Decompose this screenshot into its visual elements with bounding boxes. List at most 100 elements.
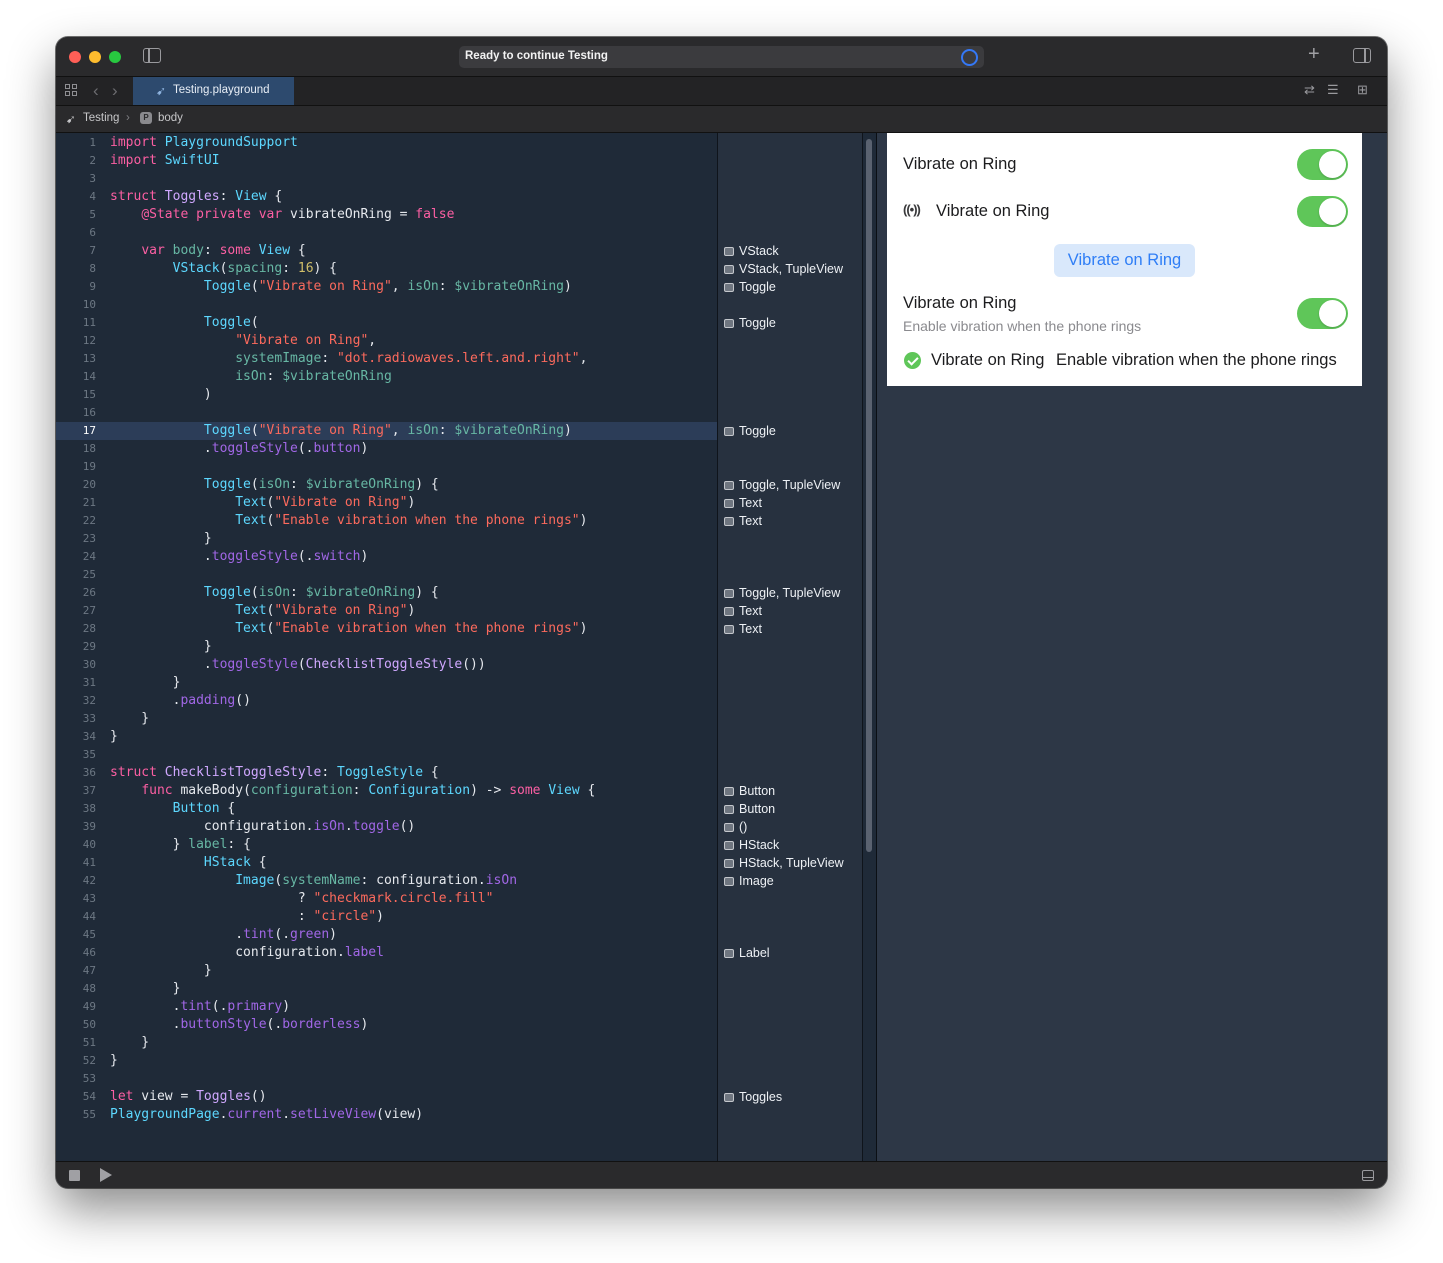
code-line[interactable]: 22 Text("Enable vibration when the phone… (56, 512, 717, 530)
forward-chevron-icon[interactable]: › (112, 81, 118, 101)
quick-look-icon[interactable] (724, 283, 734, 292)
code-line[interactable]: 53 (56, 1070, 717, 1088)
code-text[interactable]: "Vibrate on Ring", (110, 332, 376, 350)
quick-look-icon[interactable] (724, 787, 734, 796)
breadcrumb-body[interactable]: body (158, 112, 183, 124)
code-line[interactable]: 15 ) (56, 386, 717, 404)
code-line[interactable]: 25 (56, 566, 717, 584)
quick-look-icon[interactable] (724, 823, 734, 832)
quick-look-icon[interactable] (724, 841, 734, 850)
code-line[interactable]: 54 let view = Toggles() (56, 1088, 717, 1106)
result-item[interactable]: VStack, TupleView (724, 262, 843, 276)
code-text[interactable]: Toggle("Vibrate on Ring", isOn: $vibrate… (110, 278, 572, 296)
code-line[interactable]: 5 @State private var vibrateOnRing = fal… (56, 206, 717, 224)
code-text[interactable]: ) (110, 386, 212, 404)
code-line[interactable]: 24 .toggleStyle(.switch) (56, 548, 717, 566)
code-line[interactable]: 20 Toggle(isOn: $vibrateOnRing) { (56, 476, 717, 494)
code-line[interactable]: 49 .tint(.primary) (56, 998, 717, 1016)
code-line[interactable]: 52} (56, 1052, 717, 1070)
stop-icon[interactable] (69, 1170, 80, 1181)
code-text[interactable]: } (110, 728, 118, 746)
result-item[interactable]: HStack, TupleView (724, 856, 844, 870)
add-icon[interactable]: + (1308, 43, 1320, 66)
code-text[interactable]: } (110, 962, 212, 980)
code-line[interactable]: 23 } (56, 530, 717, 548)
code-line[interactable]: 19 (56, 458, 717, 476)
result-item[interactable]: Button (724, 802, 775, 816)
code-text[interactable]: Toggle("Vibrate on Ring", isOn: $vibrate… (110, 422, 572, 440)
inspector-toggle-icon[interactable] (1353, 48, 1371, 63)
code-line[interactable]: 50 .buttonStyle(.borderless) (56, 1016, 717, 1034)
code-line[interactable]: 48 } (56, 980, 717, 998)
quick-look-icon[interactable] (724, 265, 734, 274)
code-text[interactable]: Toggle( (110, 314, 259, 332)
code-line[interactable]: 1 import PlaygroundSupport (56, 134, 717, 152)
code-line[interactable]: 7 var body: some View { (56, 242, 717, 260)
toggle-4-switch[interactable] (1297, 298, 1348, 329)
code-line[interactable]: 29 } (56, 638, 717, 656)
result-item[interactable]: VStack (724, 244, 779, 258)
code-line[interactable]: 34} (56, 728, 717, 746)
quick-look-icon[interactable] (724, 859, 734, 868)
code-text[interactable]: Text("Enable vibration when the phone ri… (110, 512, 587, 530)
result-item[interactable]: Toggle (724, 424, 776, 438)
code-text[interactable]: } (110, 1034, 149, 1052)
code-text[interactable]: ? "checkmark.circle.fill" (110, 890, 494, 908)
result-item[interactable]: () (724, 820, 747, 834)
code-line[interactable]: 2 import SwiftUI (56, 152, 717, 170)
result-item[interactable]: Toggles (724, 1090, 782, 1104)
result-item[interactable]: Image (724, 874, 774, 888)
code-text[interactable]: import SwiftUI (110, 152, 220, 170)
code-text[interactable]: PlaygroundPage.current.setLiveView(view) (110, 1106, 423, 1124)
code-text[interactable]: .tint(.primary) (110, 998, 290, 1016)
code-text[interactable]: var body: some View { (110, 242, 305, 260)
quick-look-icon[interactable] (724, 877, 734, 886)
code-line[interactable]: 27 Text("Vibrate on Ring") (56, 602, 717, 620)
quick-look-icon[interactable] (724, 1093, 734, 1102)
code-line[interactable]: 33 } (56, 710, 717, 728)
code-text[interactable]: } (110, 980, 181, 998)
result-item[interactable]: Text (724, 496, 762, 510)
toggle-3-button[interactable]: Vibrate on Ring (1054, 244, 1195, 277)
code-line[interactable]: 28 Text("Enable vibration when the phone… (56, 620, 717, 638)
code-text[interactable]: .buttonStyle(.borderless) (110, 1016, 369, 1034)
code-line[interactable]: 8 VStack(spacing: 16) { (56, 260, 717, 278)
code-text[interactable]: VStack(spacing: 16) { (110, 260, 337, 278)
code-line[interactable]: 42 Image(systemName: configuration.isOn (56, 872, 717, 890)
code-text[interactable]: Text("Vibrate on Ring") (110, 602, 415, 620)
code-line[interactable]: 18 .toggleStyle(.button) (56, 440, 717, 458)
code-line[interactable]: 40 } label: { (56, 836, 717, 854)
result-item[interactable]: Toggle (724, 316, 776, 330)
code-line[interactable]: 14 isOn: $vibrateOnRing (56, 368, 717, 386)
code-text[interactable]: Text("Vibrate on Ring") (110, 494, 415, 512)
result-item[interactable]: Toggle, TupleView (724, 586, 840, 600)
code-line[interactable]: 38 Button { (56, 800, 717, 818)
quick-look-icon[interactable] (724, 481, 734, 490)
editor-options-icon[interactable]: ☰ (1327, 82, 1339, 98)
code-line[interactable]: 30 .toggleStyle(ChecklistToggleStyle()) (56, 656, 717, 674)
code-text[interactable]: Toggle(isOn: $vibrateOnRing) { (110, 584, 439, 602)
code-text[interactable]: func makeBody(configuration: Configurati… (110, 782, 595, 800)
quick-look-icon[interactable] (724, 427, 734, 436)
code-line[interactable]: 6 (56, 224, 717, 242)
minimize-window-button[interactable] (89, 51, 101, 63)
code-text[interactable]: .tint(.green) (110, 926, 337, 944)
sidebar-toggle-icon[interactable] (143, 48, 161, 63)
code-text[interactable]: } (110, 674, 181, 692)
quick-look-icon[interactable] (724, 247, 734, 256)
result-item[interactable]: Toggle, TupleView (724, 478, 840, 492)
code-line[interactable]: 9 Toggle("Vibrate on Ring", isOn: $vibra… (56, 278, 717, 296)
result-item[interactable]: Text (724, 622, 762, 636)
play-icon[interactable] (100, 1168, 112, 1182)
code-text[interactable]: Button { (110, 800, 236, 818)
code-text[interactable]: } (110, 1052, 118, 1070)
code-line[interactable]: 3 (56, 170, 717, 188)
code-line[interactable]: 51 } (56, 1034, 717, 1052)
code-text[interactable]: systemImage: "dot.radiowaves.left.and.ri… (110, 350, 587, 368)
code-line[interactable]: 10 (56, 296, 717, 314)
code-line[interactable]: 4 struct Toggles: View { (56, 188, 717, 206)
result-item[interactable]: Text (724, 604, 762, 618)
code-line[interactable]: 46 configuration.label (56, 944, 717, 962)
code-line[interactable]: 47 } (56, 962, 717, 980)
code-line[interactable]: 41 HStack { (56, 854, 717, 872)
